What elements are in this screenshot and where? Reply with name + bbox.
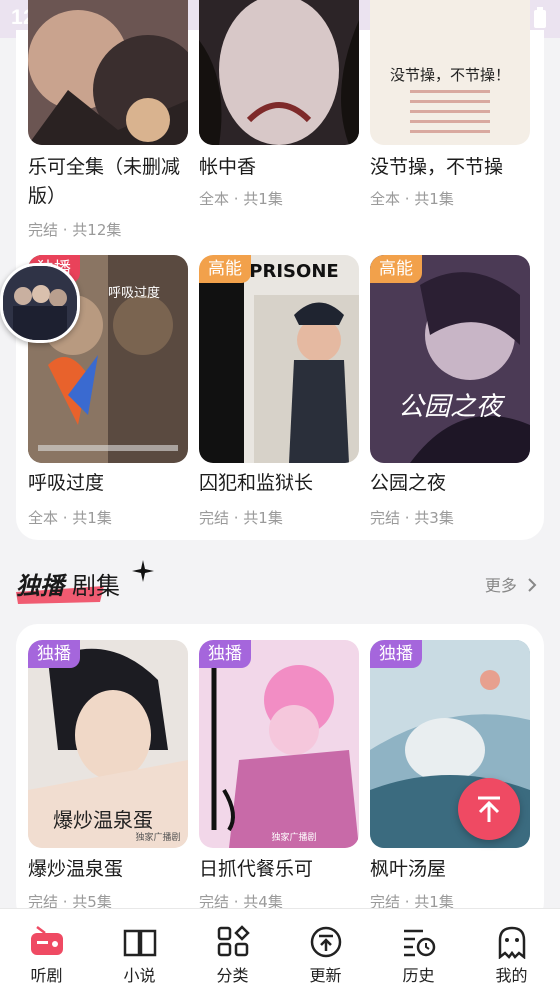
high-energy-badge: 高能 [370,255,422,283]
drama-cover[interactable]: 公园之夜 高能 [370,255,530,463]
tab-history[interactable]: 历史 [372,909,465,998]
cover-text: PRISONE [249,261,338,282]
drama-title[interactable]: 呼吸过度 [28,469,104,498]
tab-label: 历史 [402,966,435,985]
arrow-up-icon [478,796,500,822]
drama-cover[interactable]: 独家广播剧 独播 [199,640,359,848]
drama-title[interactable]: 日抓代餐乐可 [199,855,313,884]
tab-label: 分类 [216,966,249,985]
exclusive-badge: 独播 [28,640,80,668]
tab-label: 我的 [495,966,528,985]
cover-text: 独家广播剧 [271,831,316,843]
floating-player-avatar[interactable] [0,263,80,343]
exclusive-badge: 独播 [370,640,422,668]
tab-listen[interactable]: 听剧 [0,909,93,998]
scroll-to-top-button[interactable] [458,778,520,840]
tab-profile[interactable]: 我的 [465,909,558,998]
drama-title[interactable]: 帐中香 [199,153,256,182]
tab-label: 小说 [123,966,156,985]
update-icon [310,926,342,958]
drama-meta: 完结 · 共3集 [370,509,454,527]
book-icon [123,929,157,957]
drama-meta: 全本 · 共1集 [370,190,454,208]
drama-cover[interactable]: 爆炒温泉蛋 独家广播剧 独播 [28,640,188,848]
drama-cover[interactable]: PRISONE 高能 [199,255,359,463]
drama-meta: 全本 · 共1集 [199,190,283,208]
drama-meta: 全本 · 共1集 [28,509,112,527]
tab-update[interactable]: 更新 [279,909,372,998]
tab-category[interactable]: 分类 [186,909,279,998]
chevron-right-icon [528,578,537,592]
radio-icon [31,926,63,955]
drama-title[interactable]: 公园之夜 [370,469,446,498]
cover-text: 公园之夜 [398,392,506,422]
more-link[interactable]: 更多 [485,572,538,596]
cover-text: 没节操，不节操！ [390,66,510,84]
drama-meta: 完结 · 共1集 [199,509,283,527]
drama-title[interactable]: 枫叶汤屋 [370,855,446,884]
cover-text: 独家广播剧 [135,831,180,843]
drama-title[interactable]: 没节操，不节操 [370,153,503,182]
exclusive-badge: 独播 [199,640,251,668]
drama-cover[interactable] [28,0,188,145]
section-title-bold: 独播 [16,572,64,600]
drama-title[interactable]: 囚犯和监狱长 [199,469,313,498]
bottom-tab-bar: 听剧 小说 分类 更新 历史 我的 [0,908,560,998]
sparkle-icon [132,560,154,586]
drama-cover[interactable] [199,0,359,145]
category-icon [217,925,250,957]
cover-text: 爆炒温泉蛋 [53,808,153,832]
drama-title[interactable]: 乐可全集（未删减版） [28,153,193,211]
tab-label: 更新 [309,966,342,985]
history-icon [404,929,436,957]
tab-novel[interactable]: 小说 [93,909,186,998]
drama-title[interactable]: 爆炒温泉蛋 [28,855,123,884]
cover-text: 呼吸过度 [108,285,160,301]
high-energy-badge: 高能 [199,255,251,283]
section-title: 剧集 [72,572,120,600]
tab-label: 听剧 [30,966,63,985]
drama-meta: 完结 · 共12集 [28,221,122,239]
more-label[interactable]: 更多 [485,576,517,595]
profile-icon [498,926,526,959]
drama-cover[interactable]: 没节操，不节操！ [370,0,530,145]
exclusive-section-header: 独播 剧集 更多 [16,560,544,610]
